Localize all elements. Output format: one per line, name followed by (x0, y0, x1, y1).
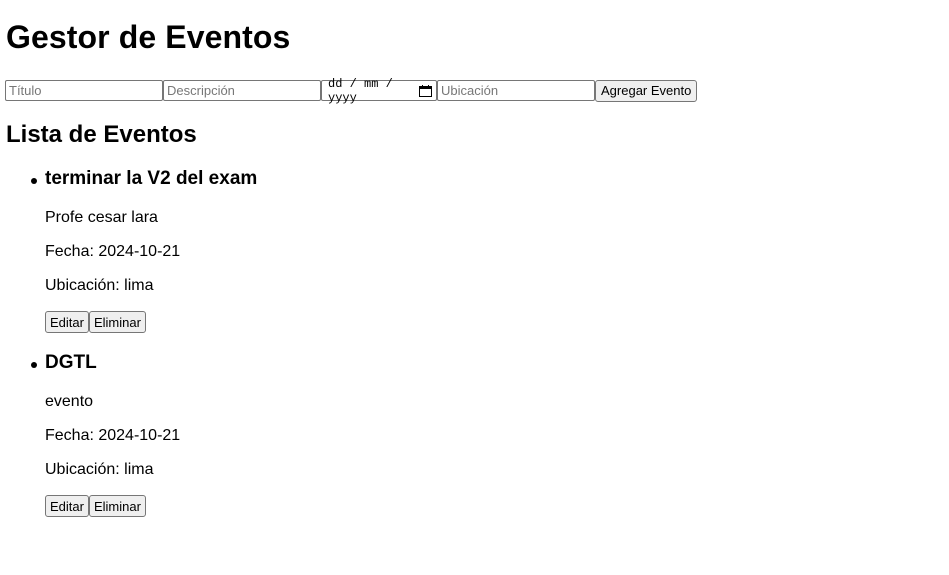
event-list-title: Lista de Eventos (6, 121, 197, 148)
event-title: DGTL (45, 352, 97, 373)
event-item: terminar la V2 del exam Profe cesar lara… (0, 166, 700, 350)
event-actions: Editar Eliminar (45, 311, 146, 333)
bullet-icon (31, 362, 37, 368)
description-input[interactable] (163, 80, 321, 101)
event-date: Fecha: 2024-10-21 (45, 427, 181, 444)
event-title: terminar la V2 del exam (45, 168, 258, 189)
event-location: Ubicación: lima (45, 277, 154, 294)
event-description: evento (45, 393, 94, 410)
date-input[interactable]: dd / mm / yyyy (321, 77, 437, 105)
bullet-icon (31, 178, 37, 184)
event-description: Profe cesar lara (45, 209, 158, 226)
delete-button[interactable]: Eliminar (88, 311, 146, 333)
page: Gestor de Eventos dd / mm / yyyy Agregar… (0, 0, 949, 575)
event-item: DGTL evento Fecha: 2024-10-21 Ubicación:… (0, 350, 700, 534)
add-event-button[interactable]: Agregar Evento (595, 79, 698, 102)
event-location: Ubicación: lima (45, 461, 154, 478)
title-input[interactable] (5, 80, 163, 101)
event-date: Fecha: 2024-10-21 (45, 243, 181, 260)
edit-button[interactable]: Editar (45, 495, 89, 517)
edit-button[interactable]: Editar (45, 311, 89, 333)
calendar-icon[interactable] (419, 84, 432, 97)
date-placeholder: dd / mm / yyyy (328, 76, 393, 105)
delete-button[interactable]: Eliminar (88, 495, 146, 517)
page-title: Gestor de Eventos (6, 19, 291, 55)
event-list: terminar la V2 del exam Profe cesar lara… (0, 166, 700, 534)
event-form: dd / mm / yyyy Agregar Evento (5, 77, 698, 105)
location-input[interactable] (437, 80, 595, 101)
event-actions: Editar Eliminar (45, 495, 146, 517)
